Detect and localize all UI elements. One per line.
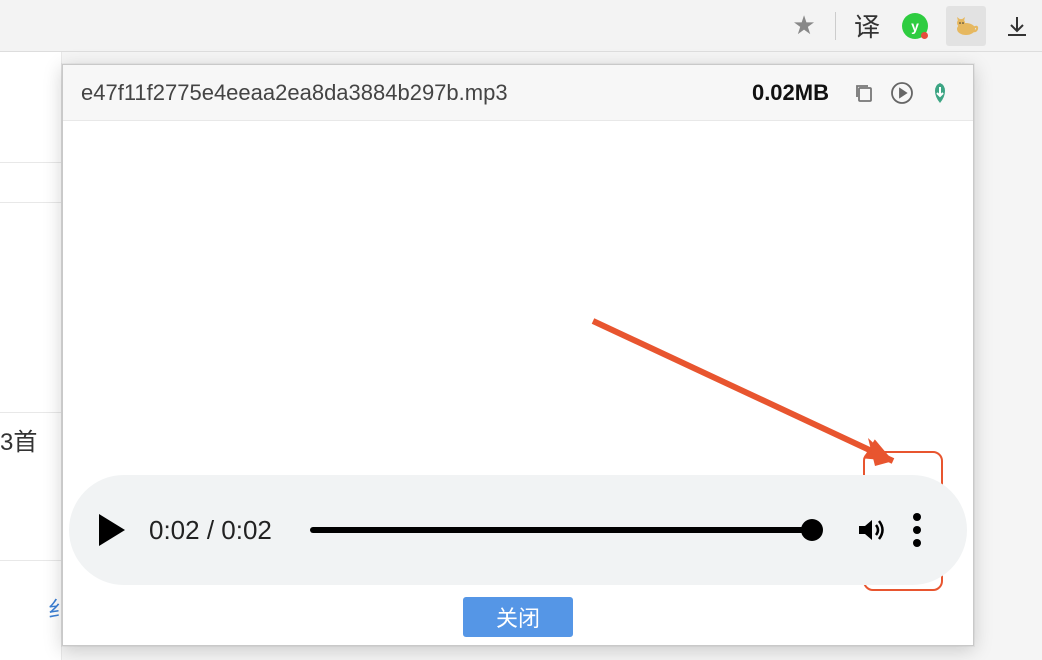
download-icon[interactable] bbox=[1000, 9, 1034, 43]
background-page: 3首 纟 bbox=[0, 52, 62, 660]
dot-icon bbox=[913, 513, 921, 521]
download-file-icon[interactable] bbox=[925, 78, 955, 108]
total-time: 0:02 bbox=[221, 515, 272, 545]
dot-icon bbox=[913, 526, 921, 534]
toolbar-divider bbox=[835, 12, 836, 40]
media-sniffer-popup: e47f11f2775e4eeaa2ea8da3884b297b.mp3 0.0… bbox=[62, 64, 974, 646]
dot-icon bbox=[913, 539, 921, 547]
green-extension-icon[interactable]: y bbox=[898, 9, 932, 43]
background-partial-text: 3首 bbox=[0, 422, 37, 457]
cat-extension-icon[interactable] bbox=[946, 6, 986, 46]
current-time: 0:02 bbox=[149, 515, 200, 545]
background-divider bbox=[0, 162, 61, 163]
play-preview-icon[interactable] bbox=[887, 78, 917, 108]
popup-header: e47f11f2775e4eeaa2ea8da3884b297b.mp3 0.0… bbox=[63, 65, 973, 121]
bookmark-star-icon[interactable]: ★ bbox=[787, 9, 821, 43]
volume-icon[interactable] bbox=[853, 513, 887, 547]
annotation-arrow-icon bbox=[583, 311, 923, 481]
time-separator: / bbox=[200, 515, 222, 545]
translate-extension-icon[interactable]: 译 bbox=[850, 9, 884, 43]
copy-icon[interactable] bbox=[849, 78, 879, 108]
popup-body: 0:02 / 0:02 关闭 bbox=[63, 121, 973, 645]
browser-toolbar: ★ 译 y bbox=[0, 0, 1042, 52]
filename-label: e47f11f2775e4eeaa2ea8da3884b297b.mp3 bbox=[81, 80, 752, 106]
background-divider bbox=[0, 412, 61, 413]
progress-slider[interactable] bbox=[310, 527, 815, 533]
play-button[interactable] bbox=[99, 514, 125, 546]
progress-handle[interactable] bbox=[801, 519, 823, 541]
filesize-label: 0.02MB bbox=[752, 80, 829, 106]
background-divider bbox=[0, 560, 61, 561]
background-divider bbox=[0, 202, 61, 203]
green-badge-letter: y bbox=[911, 18, 919, 34]
time-display: 0:02 / 0:02 bbox=[149, 515, 272, 546]
audio-player: 0:02 / 0:02 bbox=[69, 475, 967, 585]
more-options-button[interactable] bbox=[905, 503, 929, 557]
close-button[interactable]: 关闭 bbox=[463, 597, 573, 637]
